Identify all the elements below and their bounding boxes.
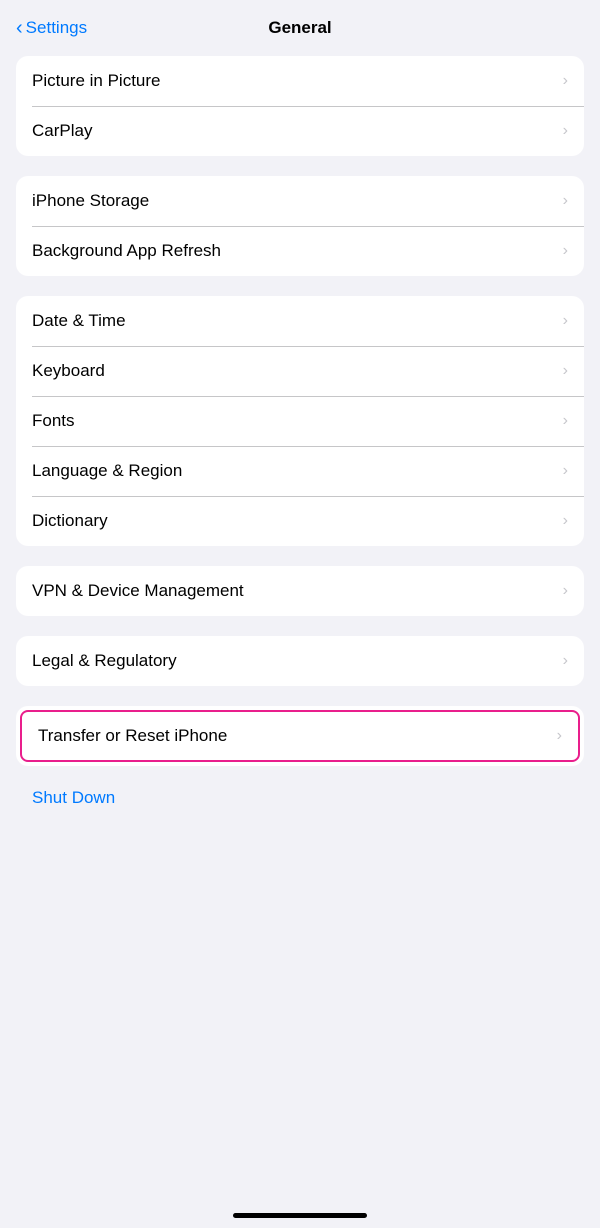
home-indicator <box>233 1213 367 1218</box>
chevron-icon: › <box>563 412 568 430</box>
chevron-icon: › <box>557 727 562 745</box>
chevron-icon: › <box>563 312 568 330</box>
dictionary-label: Dictionary <box>32 511 108 531</box>
shutdown-button[interactable]: Shut Down <box>16 774 584 822</box>
chevron-icon: › <box>563 192 568 210</box>
iphone-storage-row[interactable]: iPhone Storage › <box>16 176 584 226</box>
fonts-row[interactable]: Fonts › <box>16 396 584 446</box>
back-label: Settings <box>26 18 87 38</box>
chevron-icon: › <box>563 362 568 380</box>
carplay-row[interactable]: CarPlay › <box>16 106 584 156</box>
chevron-icon: › <box>563 582 568 600</box>
chevron-icon: › <box>563 242 568 260</box>
date-time-label: Date & Time <box>32 311 126 331</box>
page-title: General <box>268 18 331 38</box>
fonts-label: Fonts <box>32 411 75 431</box>
background-app-refresh-label: Background App Refresh <box>32 241 221 261</box>
background-app-refresh-row[interactable]: Background App Refresh › <box>16 226 584 276</box>
transfer-reset-row[interactable]: Transfer or Reset iPhone › <box>20 710 580 762</box>
section-vpn: VPN & Device Management › <box>16 566 584 616</box>
chevron-icon: › <box>563 462 568 480</box>
section-storage: iPhone Storage › Background App Refresh … <box>16 176 584 276</box>
back-button[interactable]: ‹ Settings <box>16 17 87 40</box>
section-legal: Legal & Regulatory › <box>16 636 584 686</box>
section-locale: Date & Time › Keyboard › Fonts › Languag… <box>16 296 584 546</box>
chevron-icon: › <box>563 512 568 530</box>
shutdown-section: Shut Down <box>16 774 584 822</box>
dictionary-row[interactable]: Dictionary › <box>16 496 584 546</box>
chevron-icon: › <box>563 72 568 90</box>
chevron-icon: › <box>563 122 568 140</box>
language-region-row[interactable]: Language & Region › <box>16 446 584 496</box>
transfer-reset-label: Transfer or Reset iPhone <box>38 726 227 746</box>
back-chevron-icon: ‹ <box>16 17 23 40</box>
language-region-label: Language & Region <box>32 461 182 481</box>
section-transfer-reset: Transfer or Reset iPhone › <box>16 706 584 766</box>
iphone-storage-label: iPhone Storage <box>32 191 149 211</box>
picture-in-picture-row[interactable]: Picture in Picture › <box>16 56 584 106</box>
date-time-row[interactable]: Date & Time › <box>16 296 584 346</box>
legal-regulatory-label: Legal & Regulatory <box>32 651 177 671</box>
vpn-device-management-label: VPN & Device Management <box>32 581 244 601</box>
keyboard-row[interactable]: Keyboard › <box>16 346 584 396</box>
section-media: Picture in Picture › CarPlay › <box>16 56 584 156</box>
vpn-device-management-row[interactable]: VPN & Device Management › <box>16 566 584 616</box>
chevron-icon: › <box>563 652 568 670</box>
carplay-label: CarPlay <box>32 121 92 141</box>
keyboard-label: Keyboard <box>32 361 105 381</box>
picture-in-picture-label: Picture in Picture <box>32 71 161 91</box>
navigation-header: ‹ Settings General <box>0 0 600 56</box>
legal-regulatory-row[interactable]: Legal & Regulatory › <box>16 636 584 686</box>
